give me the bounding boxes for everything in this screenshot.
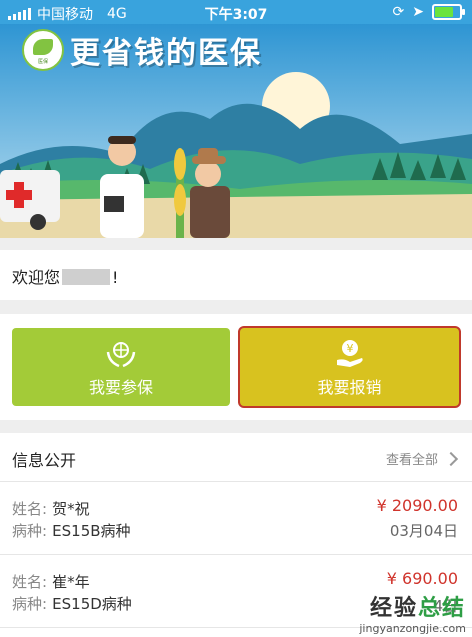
watermark-url: jingyanzongjie.com: [359, 622, 466, 635]
watermark-title: 经验: [369, 596, 418, 621]
masked-username: [62, 269, 111, 285]
welcome-text: 欢迎您!: [12, 264, 118, 288]
record-amount: ¥ 690.00: [386, 569, 458, 588]
yen-hand-icon: ¥: [336, 340, 363, 367]
disease-key: 病种:: [12, 595, 48, 613]
claim-reimbursement-button[interactable]: ¥ 我要报销: [240, 328, 459, 406]
welcome-suffix: !: [112, 268, 119, 287]
record-disease: ES15B病种: [52, 522, 131, 540]
record-date: 03月04日: [389, 522, 458, 540]
logo-text: 医保: [37, 59, 48, 65]
hero-banner: 医保 更省钱的医保: [0, 24, 472, 238]
claim-reimbursement-label: 我要报销: [317, 378, 382, 397]
record-amount: ¥ 2090.00: [376, 496, 458, 515]
watermark-title-green: 总结: [417, 596, 466, 621]
rotation-lock-icon: ⟳: [392, 4, 405, 20]
globe-hands-icon: [106, 342, 136, 368]
join-insurance-label: 我要参保: [88, 378, 153, 397]
view-all-link[interactable]: 查看全部: [385, 449, 459, 468]
chevron-right-icon: [443, 451, 459, 466]
welcome-prefix: 欢迎您: [12, 268, 61, 287]
info-header: 信息公开 查看全部: [0, 433, 472, 482]
name-key: 姓名:: [12, 573, 48, 591]
status-bar: 中国移动 4G 下午3:07 ⟳ ➤: [0, 0, 472, 24]
battery-icon: [432, 4, 465, 20]
action-panel: 我要参保 ¥ 我要报销: [0, 314, 472, 420]
section-title: 信息公开: [12, 451, 77, 470]
disease-key: 病种:: [12, 522, 48, 540]
record-row[interactable]: 姓名: 贺*祝 病种: ES15B病种 ¥ 2090.00 03月04日: [0, 482, 472, 555]
join-insurance-button[interactable]: 我要参保: [12, 328, 230, 406]
app-logo: 医保: [22, 29, 64, 71]
name-key: 姓名:: [12, 500, 48, 518]
location-icon: ➤: [412, 4, 424, 20]
status-icons: ⟳ ➤: [392, 4, 465, 20]
info-disclosure-section: 信息公开 查看全部 姓名: 贺*祝 病种: ES15B病种 ¥ 2090.00 …: [0, 433, 472, 637]
leaf-icon: [33, 39, 53, 55]
welcome-bar: 欢迎您!: [0, 250, 472, 300]
record-name: 崔*年: [52, 573, 90, 591]
record-disease: ES15D病种: [52, 595, 132, 613]
record-name: 贺*祝: [52, 500, 90, 518]
banner-title: 更省钱的医保: [70, 36, 262, 71]
view-all-label: 查看全部: [385, 453, 438, 468]
svg-text:¥: ¥: [346, 342, 353, 355]
watermark: 经验总结 jingyanzongjie.com: [359, 590, 466, 635]
